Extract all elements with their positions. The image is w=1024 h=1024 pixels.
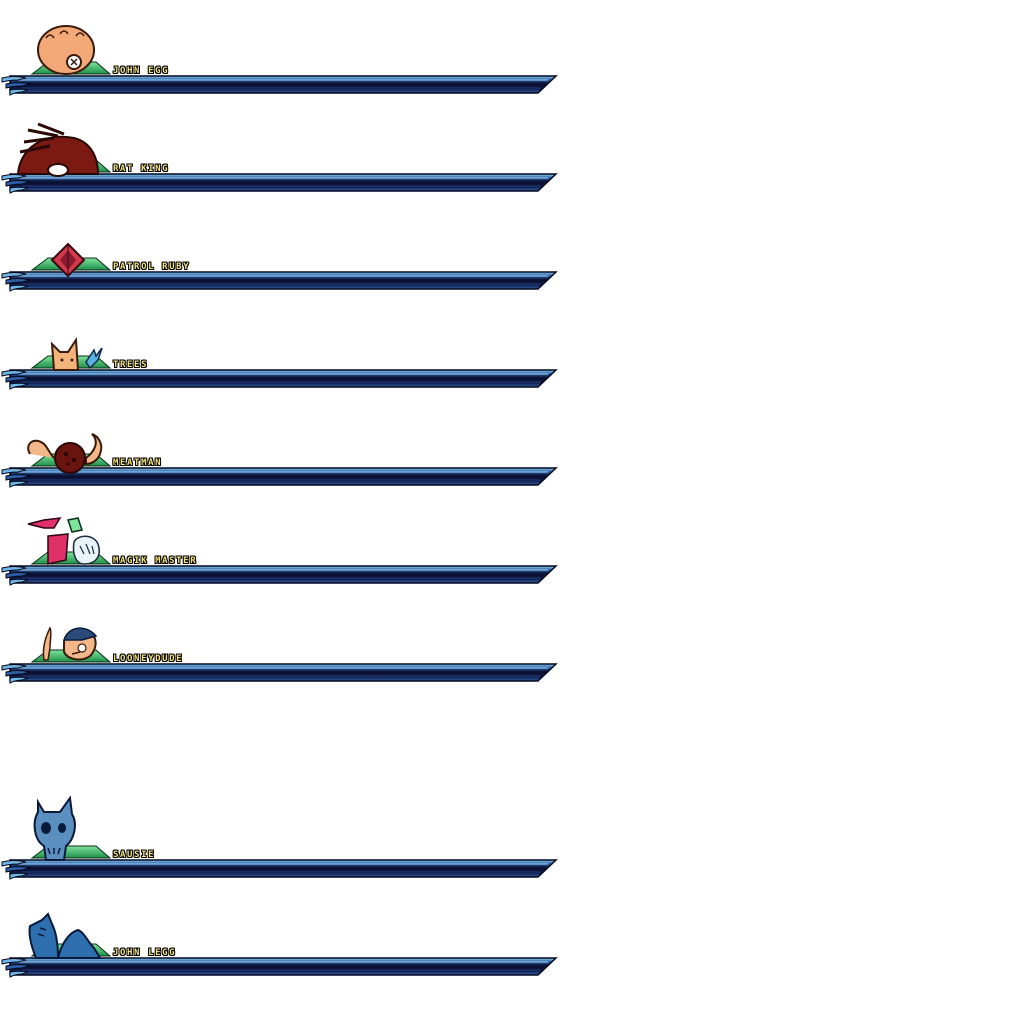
character-name: MEATMAN [113,458,163,468]
character-name: RAT KING [113,164,170,174]
john-legg-icon [28,912,102,959]
egg-head-icon [37,25,95,75]
character-entry-john-egg[interactable]: JOHN EGG [0,0,560,100]
character-entry-looneydude[interactable]: LOONEYDUDE [0,588,560,688]
ruby-gem-icon [50,242,86,278]
character-entry-magik-master[interactable]: MAGIK MASTER [0,490,560,590]
character-entry-patrol-ruby[interactable]: PATROL RUBY [0,196,560,296]
character-entry-rat-king[interactable]: RAT KING [0,98,560,198]
character-name: SAUSIE [113,850,156,860]
character-entry-john-legg[interactable]: JOHN LEGG [0,882,560,982]
character-name: PATROL RUBY [113,262,191,272]
character-name: JOHN LEGG [113,948,177,958]
character-name: LOONEYDUDE [113,654,184,664]
character-name: TREES [113,360,149,370]
skull-icon [33,795,76,861]
character-name: MAGIK MASTER [113,556,198,566]
character-entry-trees[interactable]: TREES [0,294,560,394]
fox-and-bird-icon [50,336,103,371]
magik-master-icon [27,517,100,565]
character-name: JOHN EGG [113,66,170,76]
character-entry-sausie[interactable]: SAUSIE [0,784,560,884]
meatball-icon [27,433,103,474]
character-entry-meatman[interactable]: MEATMAN [0,392,560,492]
looneydude-icon [42,626,98,661]
rat-king-icon [16,122,100,177]
